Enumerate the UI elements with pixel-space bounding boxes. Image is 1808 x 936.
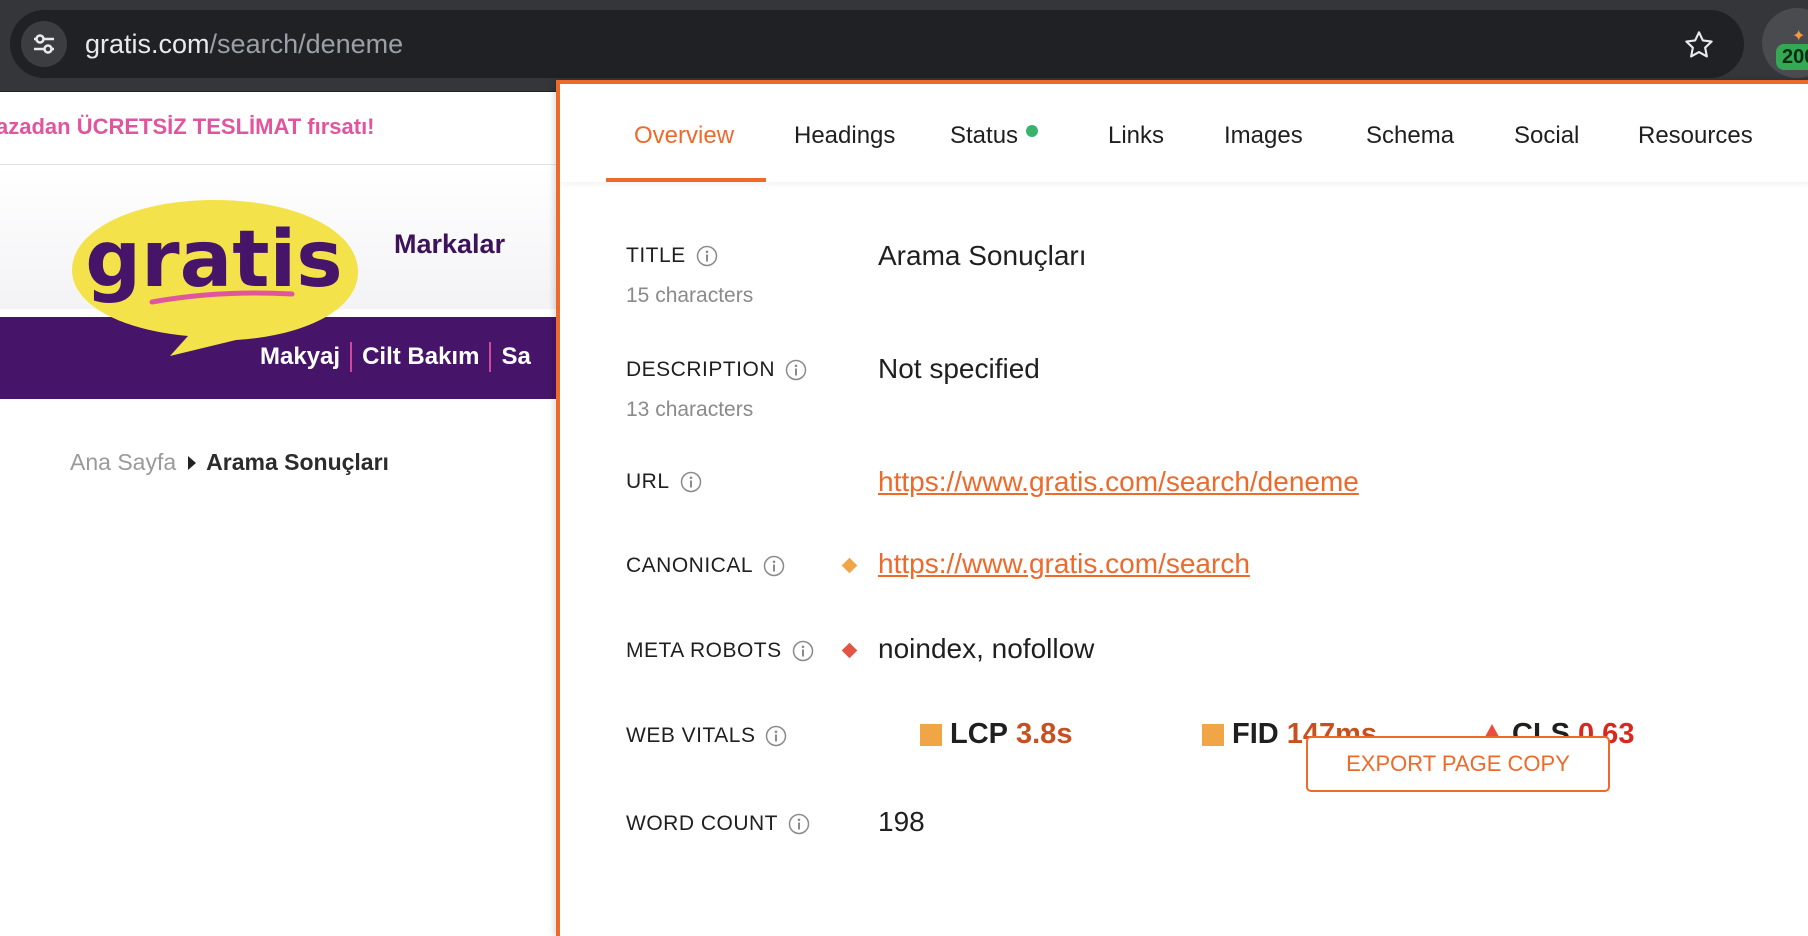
tab-images[interactable]: Images	[1224, 122, 1303, 150]
caret-right-icon	[188, 455, 197, 470]
title-value: Arama Sonuçları	[878, 240, 1087, 271]
info-icon[interactable]	[785, 359, 807, 381]
info-icon[interactable]	[788, 813, 810, 835]
nav-separator	[350, 342, 353, 372]
panel-tabs: Overview Headings Status Links Images Sc…	[560, 84, 1808, 182]
vital-fid-name: FID	[1232, 718, 1279, 750]
info-icon[interactable]	[680, 471, 702, 493]
meta-robots-label: META ROBOTS	[626, 639, 814, 663]
breadcrumb: Ana Sayfa Arama Sonuçları	[70, 449, 389, 476]
logo-text: gratis	[85, 215, 342, 305]
info-icon[interactable]	[763, 555, 785, 577]
description-label-text: DESCRIPTION	[626, 358, 776, 381]
seo-extension-icon[interactable]: ✦ 200	[1762, 8, 1808, 78]
vital-lcp-name: LCP	[950, 718, 1008, 750]
nav-separator	[489, 342, 492, 372]
meta-robots-label-text: META ROBOTS	[626, 639, 782, 662]
address-bar[interactable]: gratis.com/search/deneme	[10, 10, 1744, 78]
url-host: gratis.com	[85, 29, 210, 59]
tab-overview[interactable]: Overview	[634, 122, 734, 150]
sparkle-icon: ✦	[1792, 28, 1806, 45]
url-label-text: URL	[626, 470, 670, 493]
meta-robots-value: noindex, nofollow	[878, 633, 1095, 664]
tab-status[interactable]: Status	[950, 122, 1039, 150]
export-page-copy-button[interactable]: EXPORT PAGE COPY	[1306, 736, 1610, 792]
url-path: /search/deneme	[209, 29, 404, 59]
warning-square-icon	[1202, 723, 1224, 746]
nav-category-partial[interactable]: Sa	[501, 343, 530, 371]
status-ok-dot	[1026, 125, 1039, 137]
breadcrumb-home[interactable]: Ana Sayfa	[70, 449, 176, 476]
seo-panel: Overview Headings Status Links Images Sc…	[556, 80, 1808, 936]
tab-social[interactable]: Social	[1514, 122, 1579, 150]
warning-diamond-icon	[841, 557, 858, 574]
url-text[interactable]: gratis.com/search/deneme	[85, 29, 403, 60]
word-count-label-text: WORD COUNT	[626, 812, 778, 835]
info-icon[interactable]	[765, 725, 787, 747]
title-label: TITLE	[626, 244, 718, 268]
title-label-text: TITLE	[626, 244, 686, 267]
description-char-count: 13 characters	[626, 398, 754, 421]
info-icon[interactable]	[696, 245, 718, 267]
web-vitals-label: WEB VITALS	[626, 724, 787, 748]
promo-text: azadan ÜCRETSİZ TESLİMAT fırsatı!	[0, 114, 375, 139]
nav-category-makyaj[interactable]: Makyaj	[260, 343, 340, 371]
canonical-label: CANONICAL	[626, 554, 785, 578]
word-count-value: 198	[878, 806, 925, 837]
url-label: URL	[626, 470, 702, 494]
word-count-label: WORD COUNT	[626, 812, 810, 836]
tab-resources[interactable]: Resources	[1638, 122, 1753, 150]
tab-schema[interactable]: Schema	[1366, 122, 1454, 150]
active-tab-indicator	[606, 178, 766, 182]
promo-banner: azadan ÜCRETSİZ TESLİMAT fırsatı!	[0, 92, 560, 165]
tab-links[interactable]: Links	[1108, 122, 1164, 150]
browser-toolbar: gratis.com/search/deneme ✦ 200	[0, 0, 1808, 92]
gratis-logo[interactable]: gratis	[68, 194, 360, 356]
site-info-icon[interactable]	[21, 21, 67, 67]
nav-category-cilt-bakim[interactable]: Cilt Bakım	[362, 343, 479, 371]
website-content: azadan ÜCRETSİZ TESLİMAT fırsatı! gratis…	[0, 92, 560, 932]
page-url-link[interactable]: https://www.gratis.com/search/deneme	[878, 466, 1359, 498]
error-diamond-icon	[841, 642, 858, 659]
warning-square-icon	[920, 723, 942, 746]
description-value: Not specified	[878, 353, 1040, 384]
breadcrumb-current: Arama Sonuçları	[206, 449, 389, 475]
info-icon[interactable]	[792, 640, 814, 662]
description-label: DESCRIPTION	[626, 358, 807, 382]
web-vitals-label-text: WEB VITALS	[626, 724, 756, 747]
extension-status-badge: 200	[1776, 44, 1808, 70]
vital-lcp: LCP 3.8s	[920, 718, 1072, 751]
canonical-label-text: CANONICAL	[626, 554, 754, 577]
vital-lcp-value: 3.8s	[1016, 718, 1073, 750]
category-nav: Makyaj Cilt Bakım Sa	[260, 342, 531, 372]
nav-markalar[interactable]: Markalar	[394, 229, 505, 260]
tab-status-label: Status	[950, 122, 1019, 149]
bookmark-star-icon[interactable]	[1682, 28, 1716, 62]
canonical-url-link[interactable]: https://www.gratis.com/search	[878, 548, 1250, 580]
tab-headings[interactable]: Headings	[794, 122, 895, 150]
title-char-count: 15 characters	[626, 284, 754, 307]
